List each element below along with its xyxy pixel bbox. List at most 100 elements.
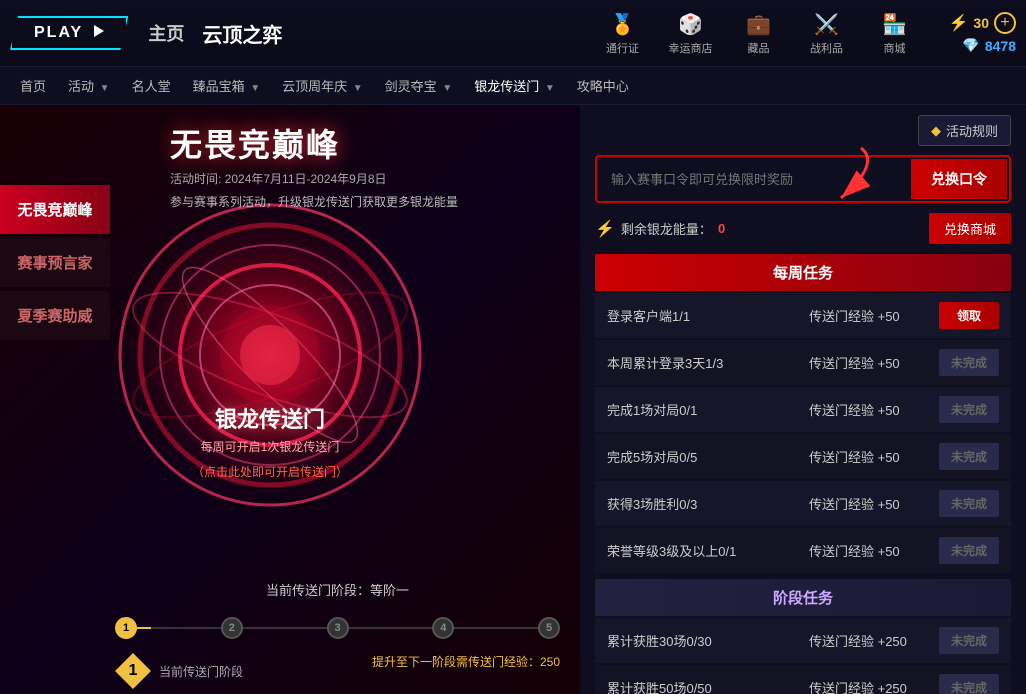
progress-dot-5[interactable]: 5 [538, 617, 560, 639]
nav-lucky-shop[interactable]: 🎲 幸运商店 [667, 10, 715, 56]
energy-left: ⚡ 剩余银龙能量： 0 [595, 219, 725, 239]
main-title: 无畏竞巅峰 [170, 120, 458, 166]
add-gold-button[interactable]: + [994, 12, 1016, 34]
play-label: PLAY [34, 24, 83, 41]
nav-collection[interactable]: 💼 藏品 [735, 10, 783, 56]
redeem-area: 兑换口令 [595, 155, 1011, 203]
nav-shop[interactable]: 🏪 商城 [871, 10, 919, 56]
upgrade-label: 提升至下一阶段需传送门经验：250 [372, 653, 560, 670]
left-panel: 无畏竞巅峰 赛事预言家 夏季赛助威 无畏竞巅峰 活动时间: 2024年7月11日… [0, 105, 580, 694]
nav-tft[interactable]: 云顶之弈 [202, 19, 282, 48]
sec-nav-hall[interactable]: 名人堂 [132, 76, 171, 95]
treasure-arrow-icon: ▼ [250, 83, 260, 94]
energy-value: 0 [718, 221, 725, 236]
weekly-task-row: 本周累计登录3天1/3 传送门经验 +50 未完成 [595, 340, 1011, 385]
loot-icon: ⚔️ [812, 10, 842, 38]
portal-container[interactable]: 银龙传送门 每周可开启1次银龙传送门 （点击此处即可开启传送门） [80, 165, 460, 545]
task-name: 完成5场对局0/5 [607, 447, 799, 466]
weekly-task-row: 获得3场胜利0/3 传送门经验 +50 未完成 [595, 481, 1011, 526]
blue-currency-icon: 💎 [962, 37, 979, 54]
gold-icon: ⚡ [949, 13, 969, 33]
task-reward: 传送门经验 +50 [809, 400, 929, 419]
anniversary-arrow-icon: ▼ [353, 83, 363, 94]
redeem-button[interactable]: 兑换口令 [911, 159, 1007, 199]
portal-text: 银龙传送门 每周可开启1次银龙传送门 （点击此处即可开启传送门） [192, 402, 348, 480]
task-reward: 传送门经验 +50 [809, 494, 929, 513]
task-reward: 传送门经验 +50 [809, 447, 929, 466]
tab-unlimited-peak[interactable]: 无畏竞巅峰 [0, 185, 110, 234]
exchange-shop-button[interactable]: 兑换商城 [929, 213, 1011, 244]
task-name: 荣誉等级3级及以上0/1 [607, 541, 799, 560]
blue-amount: 8478 [985, 38, 1016, 54]
collection-icon: 💼 [744, 10, 774, 38]
task-claim-button[interactable]: 领取 [939, 302, 999, 329]
activity-rules-label: 活动规则 [946, 121, 998, 140]
events-arrow-icon: ▼ [100, 83, 110, 94]
sec-nav-guide[interactable]: 攻略中心 [577, 76, 629, 95]
portal-subtitle: 每周可开启1次银龙传送门 [192, 438, 348, 455]
task-claim-button[interactable]: 未完成 [939, 443, 999, 470]
portal-click-hint: （点击此处即可开启传送门） [192, 463, 348, 480]
stage-task-header: 阶段任务 [595, 579, 1011, 616]
sec-nav-portal[interactable]: 银龙传送门 ▼ [474, 76, 555, 95]
stage-task-button[interactable]: 未完成 [939, 627, 999, 654]
stage-task-row: 累计获胜30场0/30 传送门经验 +250 未完成 [595, 618, 1011, 663]
stage-task-row: 累计获胜50场0/50 传送门经验 +250 未完成 [595, 665, 1011, 694]
task-reward: 传送门经验 +50 [809, 541, 929, 560]
energy-row: ⚡ 剩余银龙能量： 0 兑换商城 [595, 213, 1011, 244]
activity-rules-button[interactable]: ◆ 活动规则 [918, 115, 1011, 146]
nav-loot[interactable]: ⚔️ 战利品 [803, 10, 851, 56]
collection-label: 藏品 [748, 40, 770, 56]
task-reward: 传送门经验 +250 [809, 631, 929, 650]
task-name: 登录客户端1/1 [607, 306, 799, 325]
sec-nav-home[interactable]: 首页 [20, 76, 46, 95]
stage-diamond: 1 [115, 653, 151, 689]
progress-dot-1[interactable]: 1 [115, 617, 137, 639]
user-info: ⚡ 30 + 💎 8478 [949, 12, 1017, 54]
secondary-navigation: 首页 活动 ▼ 名人堂 臻品宝箱 ▼ 云顶周年庆 ▼ 剑灵夺宝 ▼ 银龙传送门 … [0, 67, 1026, 105]
stage-box: 1 当前传送门阶段 [115, 653, 243, 689]
lucky-shop-label: 幸运商店 [669, 40, 713, 56]
weekly-task-header: 每周任务 [595, 254, 1011, 291]
current-stage-label: 当前传送门阶段 [159, 663, 243, 680]
nav-home[interactable]: 主页 [148, 20, 184, 46]
progress-dot-4[interactable]: 4 [432, 617, 454, 639]
nav-passport[interactable]: 🏅 通行证 [599, 10, 647, 56]
sword-arrow-icon: ▼ [442, 83, 452, 94]
shop-label: 商城 [884, 40, 906, 56]
main-nav-links: 主页 云顶之弈 [148, 19, 282, 48]
stage-task-button[interactable]: 未完成 [939, 674, 999, 694]
passport-label: 通行证 [606, 40, 639, 56]
tab-summer[interactable]: 夏季赛助威 [0, 291, 110, 340]
stage-tasks-container: 累计获胜30场0/30 传送门经验 +250 未完成 累计获胜50场0/50 传… [595, 618, 1011, 694]
task-claim-button[interactable]: 未完成 [939, 537, 999, 564]
top-navigation: PLAY 主页 云顶之弈 🏅 通行证 🎲 幸运商店 💼 藏品 ⚔️ 战利品 🏪 … [0, 0, 1026, 67]
task-claim-button[interactable]: 未完成 [939, 396, 999, 423]
portal-title: 银龙传送门 [192, 402, 348, 434]
energy-icon: ⚡ [595, 219, 615, 239]
progress-dot-2[interactable]: 2 [221, 617, 243, 639]
redeem-input[interactable] [599, 162, 901, 197]
activity-time: 活动时间: 2024年7月11日-2024年9月8日 [170, 170, 387, 187]
tab-prophet[interactable]: 赛事预言家 [0, 238, 110, 287]
sec-nav-treasure[interactable]: 臻品宝箱 ▼ [193, 76, 261, 95]
weekly-task-row: 完成5场对局0/5 传送门经验 +50 未完成 [595, 434, 1011, 479]
passport-icon: 🏅 [608, 10, 638, 38]
weekly-task-row: 荣誉等级3级及以上0/1 传送门经验 +50 未完成 [595, 528, 1011, 573]
right-panel: ◆ 活动规则 兑换口令 ⚡ 剩余银龙能量： 0 兑换商城 [580, 105, 1026, 694]
task-name: 本周累计登录3天1/3 [607, 353, 799, 372]
task-claim-button[interactable]: 未完成 [939, 349, 999, 376]
shop-icon: 🏪 [880, 10, 910, 38]
rules-diamond-icon: ◆ [931, 123, 941, 139]
main-content: 无畏竞巅峰 赛事预言家 夏季赛助威 无畏竞巅峰 活动时间: 2024年7月11日… [0, 105, 1026, 694]
sec-nav-sword[interactable]: 剑灵夺宝 ▼ [385, 76, 453, 95]
progress-area: 1 2 3 4 5 [115, 617, 560, 639]
progress-dot-3[interactable]: 3 [327, 617, 349, 639]
sec-nav-events[interactable]: 活动 ▼ [68, 76, 110, 95]
loot-label: 战利品 [810, 40, 843, 56]
sec-nav-anniversary[interactable]: 云顶周年庆 ▼ [282, 76, 363, 95]
play-button[interactable]: PLAY [10, 16, 128, 50]
task-claim-button[interactable]: 未完成 [939, 490, 999, 517]
task-reward: 传送门经验 +50 [809, 353, 929, 372]
task-name: 累计获胜30场0/30 [607, 631, 799, 650]
